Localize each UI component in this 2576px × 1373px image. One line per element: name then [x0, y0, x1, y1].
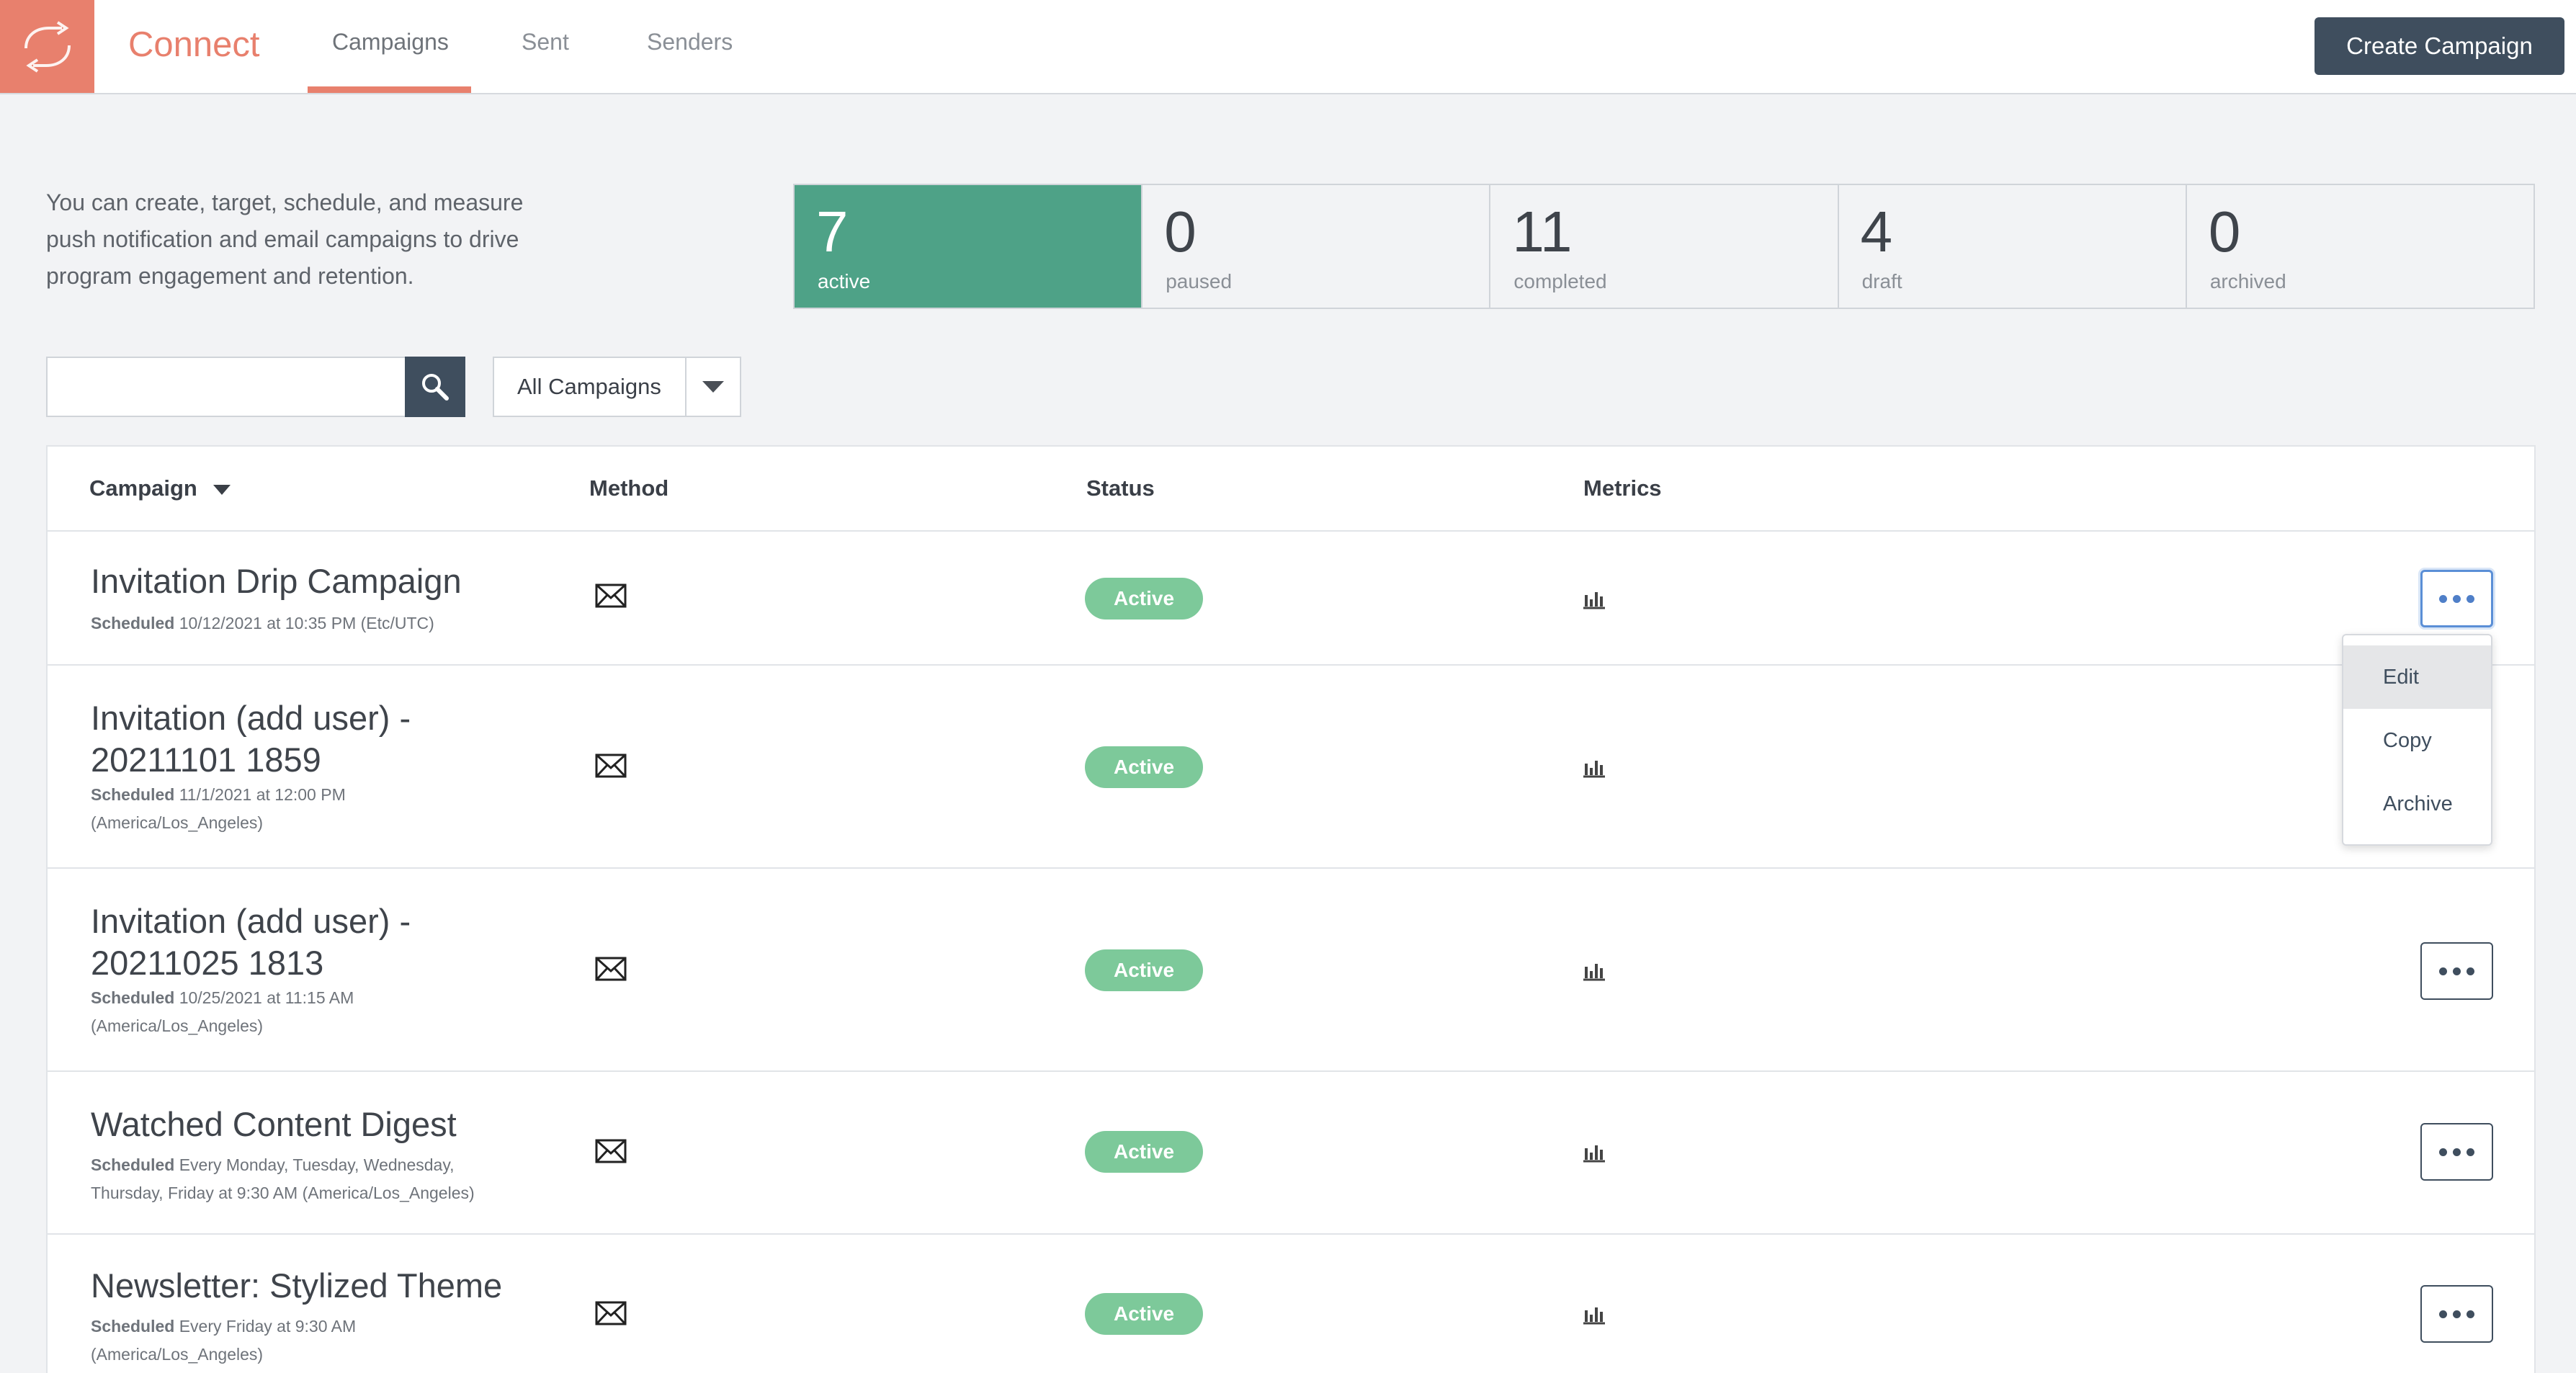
filter-value: All Campaigns — [494, 358, 687, 416]
column-header-metrics: Metrics — [1583, 475, 1662, 501]
tab-campaigns[interactable]: Campaigns — [332, 29, 449, 55]
status-badge: Active — [1085, 949, 1203, 991]
table-row: Invitation (add user) - 20211101 1859 Sc… — [48, 664, 2534, 867]
campaign-schedule: Scheduled 10/25/2021 at 11:15 AM (Americ… — [91, 984, 408, 1040]
stat-draft[interactable]: 4 draft — [1839, 185, 2187, 308]
column-header-status: Status — [1086, 475, 1155, 501]
campaign-schedule: Scheduled 10/12/2021 at 10:35 PM (Etc/UT… — [91, 609, 552, 638]
status-badge: Active — [1085, 1131, 1203, 1173]
envelope-icon — [595, 583, 627, 608]
caret-down-icon — [213, 484, 231, 495]
campaign-stats: 7 active 0 paused 11 completed 4 draft 0… — [793, 184, 2535, 309]
table-row: Newsletter: Stylized Theme Scheduled Eve… — [48, 1233, 2534, 1373]
table-row: Watched Content Digest Scheduled Every M… — [48, 1070, 2534, 1233]
envelope-icon — [595, 957, 627, 981]
campaign-name[interactable]: Invitation Drip Campaign — [91, 560, 523, 602]
bar-chart-icon[interactable] — [1582, 758, 1606, 778]
search-input[interactable] — [46, 357, 405, 417]
column-label: Campaign — [89, 475, 197, 501]
chevron-down-icon[interactable] — [687, 358, 740, 416]
more-actions-button[interactable] — [2420, 1123, 2493, 1181]
stat-value: 0 — [2208, 200, 2241, 264]
stat-value: 4 — [1860, 200, 1893, 264]
scheduled-label: Scheduled — [91, 614, 175, 632]
active-tab-indicator — [308, 86, 471, 93]
stat-value: 0 — [1164, 200, 1197, 264]
tab-sent[interactable]: Sent — [522, 29, 569, 55]
search-icon — [422, 374, 449, 401]
bar-chart-icon[interactable] — [1582, 1305, 1606, 1325]
stat-archived[interactable]: 0 archived — [2187, 185, 2533, 308]
campaign-filter-select[interactable]: All Campaigns — [493, 357, 741, 417]
menu-item-edit[interactable]: Edit — [2343, 645, 2491, 709]
stat-active[interactable]: 7 active — [795, 185, 1143, 308]
create-campaign-button[interactable]: Create Campaign — [2315, 17, 2564, 75]
stat-label: completed — [1513, 270, 1607, 292]
schedule-text: 10/12/2021 at 10:35 PM (Etc/UTC) — [174, 614, 434, 632]
bar-chart-icon[interactable] — [1582, 589, 1606, 609]
scheduled-label: Scheduled — [91, 1155, 175, 1174]
row-actions-menu: Edit Copy Archive — [2342, 634, 2492, 846]
top-bar: Connect Campaigns Sent Senders Create Ca… — [0, 0, 2576, 94]
menu-item-archive[interactable]: Archive — [2343, 772, 2491, 836]
scheduled-label: Scheduled — [91, 1317, 175, 1336]
intro-text: You can create, target, schedule, and me… — [46, 189, 524, 289]
app-name: Connect — [128, 25, 260, 64]
scheduled-label: Scheduled — [91, 988, 175, 1007]
envelope-icon — [595, 1139, 627, 1163]
table-row: Invitation Drip Campaign Scheduled 10/12… — [48, 530, 2534, 664]
campaign-name[interactable]: Newsletter: Stylized Theme — [91, 1265, 523, 1307]
campaign-name[interactable]: Watched Content Digest — [91, 1104, 523, 1145]
more-actions-button[interactable] — [2420, 1285, 2493, 1343]
scheduled-label: Scheduled — [91, 785, 175, 804]
status-badge: Active — [1085, 1293, 1203, 1335]
campaign-schedule: Scheduled Every Monday, Tuesday, Wednesd… — [91, 1151, 509, 1207]
stat-label: active — [818, 270, 871, 292]
more-actions-button[interactable] — [2420, 942, 2493, 1000]
stat-completed[interactable]: 11 completed — [1490, 185, 1839, 308]
table-row: Invitation (add user) - 20211025 1813 Sc… — [48, 867, 2534, 1070]
menu-item-copy[interactable]: Copy — [2343, 709, 2491, 772]
stat-paused[interactable]: 0 paused — [1142, 185, 1491, 308]
bar-chart-icon[interactable] — [1582, 1142, 1606, 1163]
stat-value: 11 — [1512, 200, 1573, 264]
status-badge: Active — [1085, 746, 1203, 788]
stat-label: archived — [2209, 270, 2286, 292]
column-header-method: Method — [589, 475, 669, 501]
column-header-campaign[interactable]: Campaign — [89, 475, 231, 501]
envelope-icon — [595, 753, 627, 778]
campaigns-table: Campaign Method Status Metrics Invitatio… — [46, 445, 2536, 1373]
campaign-schedule: Scheduled Every Friday at 9:30 AM (Ameri… — [91, 1312, 422, 1369]
tab-senders[interactable]: Senders — [647, 29, 733, 55]
search-button[interactable] — [405, 357, 465, 417]
stat-value: 7 — [816, 200, 849, 264]
campaign-schedule: Scheduled 11/1/2021 at 12:00 PM (America… — [91, 781, 408, 837]
envelope-icon — [595, 1301, 627, 1325]
stat-label: draft — [1861, 270, 1902, 292]
sync-arrows-icon[interactable] — [0, 0, 94, 93]
more-actions-button[interactable] — [2420, 570, 2493, 627]
stat-label: paused — [1166, 270, 1233, 292]
campaign-name[interactable]: Invitation (add user) - 20211101 1859 — [91, 697, 523, 781]
campaign-name[interactable]: Invitation (add user) - 20211025 1813 — [91, 900, 523, 984]
status-badge: Active — [1085, 578, 1203, 620]
bar-chart-icon[interactable] — [1582, 961, 1606, 981]
